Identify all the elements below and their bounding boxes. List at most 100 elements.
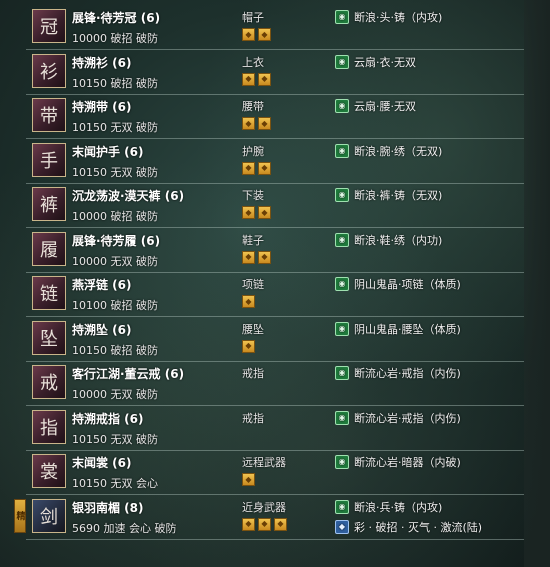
item-slot: 远程武器 [242, 456, 286, 469]
gem-sockets: ◆ ◆ [242, 250, 271, 264]
item-name: 末闻护手 (6) [72, 144, 144, 159]
gem-icon[interactable]: ◆ [242, 206, 255, 219]
equipment-row[interactable]: 衫持溯衫 (6) 10150 破招 破防 上衣 ◆ ◆ ◉ 云扇·衣·无双 [26, 50, 524, 95]
gem-sockets: ◆ ◆ [242, 117, 271, 130]
jade-icon: ◉ [335, 455, 349, 469]
gem-sockets: ◆ ◆ [242, 28, 271, 41]
jade-icon: ◉ [335, 188, 349, 202]
gem-icon[interactable]: ◆ [258, 206, 271, 219]
jade-icon: ◉ [335, 499, 349, 514]
enchant[interactable]: ◉ 阴山鬼晶·腰坠（体质) [335, 321, 461, 337]
item-name: 持溯戒指 (6) [72, 411, 144, 426]
gem-icon[interactable]: ◆ [242, 28, 255, 41]
enchant[interactable]: ◉ 断流心岩·戒指（内伤) [335, 365, 461, 381]
item-name: 客行江湖·董云戒 (6) [72, 367, 185, 381]
equipment-row[interactable]: 指持溯戒指 (6) 10150 无双 破防 戒指 ◉ 断流心岩·戒指（内伤) [26, 406, 524, 451]
gem-icon[interactable]: ◆ [242, 473, 255, 486]
jade-icon: ◉ [335, 277, 349, 291]
equipment-list: 冠展锋·待芳冠 (6) 10000 破招 破防 帽子 ◆ ◆ ◉ 断浪·头·铸（内攻) 衫持溯… [14, 0, 524, 567]
equipment-row[interactable]: 精剑银羽南楣 (8) 5690 加速 会心 破防 近身武器 ◆ ◆ ◆ ◉ 断浪·兵·铸（内攻… [14, 495, 524, 540]
equipment-row[interactable]: 履展锋·待芳履 (6) 10000 无双 破防 鞋子 ◆ ◆ ◉ 断浪·鞋·绣（内功) [26, 228, 524, 273]
gem-icon[interactable]: ◆ [242, 161, 255, 175]
item-slot: 上衣 [242, 55, 264, 69]
equipment-row[interactable]: 带持溯带 (6) 10150 无双 破防 腰带 ◆ ◆ ◉ 云扇·腰·无双 [26, 94, 524, 139]
item-name: 展锋·待芳履 (6) [72, 233, 161, 248]
gem-icon[interactable]: ◆ [242, 339, 255, 353]
item-name: 末闻裳 (6) [72, 456, 132, 470]
gem-icon[interactable]: ◆ [274, 517, 287, 531]
gem-icon[interactable]: ◆ [258, 517, 271, 531]
enchant-text: 断浪·腕·绣（无双) [354, 144, 443, 158]
item-icon[interactable]: 手 [32, 142, 66, 177]
item-slot: 鞋子 [242, 233, 264, 247]
gem-icon[interactable]: ◆ [258, 250, 271, 264]
enchant[interactable]: ◉ 断浪·兵·铸（内攻) [335, 499, 442, 515]
enchant-text: 断流心岩·暗器（内破) [354, 456, 461, 469]
equipment-row[interactable]: 裳末闻裳 (6) 10150 无双 会心 远程武器 ◆ ◉ 断流心岩·暗器（内破) [26, 450, 524, 495]
enchant-text: 断流心岩·戒指（内伤) [354, 411, 461, 425]
item-stats: 10000 无双 破防 [72, 388, 158, 401]
gem-icon[interactable]: ◆ [242, 117, 255, 130]
item-icon[interactable]: 带 [32, 98, 66, 132]
item-icon[interactable]: 坠 [32, 320, 66, 355]
item-slot: 腰坠 [242, 322, 264, 336]
item-icon[interactable]: 剑 [32, 498, 66, 533]
item-name: 展锋·待芳冠 (6) [72, 11, 161, 25]
colored-gem-icon: ◆ [335, 519, 349, 534]
jade-icon: ◉ [335, 10, 349, 24]
enchant[interactable]: ◉ 云扇·腰·无双 [335, 98, 416, 114]
gem-icon[interactable]: ◆ [242, 72, 255, 86]
item-icon[interactable]: 链 [32, 276, 66, 310]
gem-sockets: ◆ ◆ [242, 206, 271, 219]
enchant[interactable]: ◉ 断流心岩·戒指（内伤) [335, 410, 461, 426]
gem-sockets: ◆ ◆ [242, 161, 271, 175]
panel-edge [524, 0, 550, 567]
item-stats: 10000 破招 破防 [72, 210, 158, 223]
item-icon[interactable]: 裳 [32, 454, 66, 488]
gem-icon[interactable]: ◆ [258, 72, 271, 86]
equipment-row[interactable]: 链燕浮链 (6) 10100 破招 破防 项链 ◆ ◉ 阴山鬼晶·项链（体质) [26, 272, 524, 317]
enchant-text: 断浪·鞋·绣（内功) [354, 233, 443, 247]
gem-icon[interactable]: ◆ [242, 295, 255, 308]
enchant-text: 断浪·裤·铸（无双) [354, 189, 443, 202]
enchant[interactable]: ◉ 断浪·头·铸（内攻) [335, 9, 442, 25]
enchant-text: 断流心岩·戒指（内伤) [354, 367, 461, 380]
gem-icon[interactable]: ◆ [242, 517, 255, 531]
gem-sockets: ◆ [242, 473, 255, 486]
enchant[interactable]: ◉ 断流心岩·暗器（内破) [335, 454, 461, 470]
item-slot: 戒指 [242, 367, 264, 380]
jade-icon: ◉ [335, 410, 349, 425]
equipment-row[interactable]: 冠展锋·待芳冠 (6) 10000 破招 破防 帽子 ◆ ◆ ◉ 断浪·头·铸（内攻) [26, 5, 524, 50]
item-stats: 10000 破招 破防 [72, 32, 158, 45]
equipment-row[interactable]: 坠持溯坠 (6) 10150 破招 破防 腰坠 ◆ ◉ 阴山鬼晶·腰坠（体质) [26, 317, 524, 362]
item-icon[interactable]: 履 [32, 231, 66, 266]
gem-icon[interactable]: ◆ [258, 117, 271, 130]
enchant[interactable]: ◉ 云扇·衣·无双 [335, 54, 416, 70]
enchant[interactable]: ◉ 断浪·裤·铸（无双) [335, 187, 442, 203]
equipment-row[interactable]: 戒客行江湖·董云戒 (6) 10000 无双 破防 戒指 ◉ 断流心岩·戒指（内伤) [26, 361, 524, 406]
enchant[interactable]: ◉ 断浪·腕·绣（无双) [335, 143, 442, 159]
item-icon[interactable]: 指 [32, 409, 66, 444]
item-stats: 10150 无双 会心 [72, 477, 158, 490]
equipment-row[interactable]: 手末闻护手 (6) 10150 无双 破防 护腕 ◆ ◆ ◉ 断浪·腕·绣（无双) [26, 139, 524, 184]
item-icon[interactable]: 衫 [32, 53, 66, 88]
enchant[interactable]: ◉ 断浪·鞋·绣（内功) [335, 232, 442, 248]
gem-sockets: ◆ ◆ [242, 72, 271, 86]
item-icon[interactable]: 戒 [32, 365, 66, 399]
enchant[interactable]: ◉ 阴山鬼晶·项链（体质) [335, 276, 461, 292]
jade-icon: ◉ [335, 99, 349, 113]
gem-icon[interactable]: ◆ [258, 161, 271, 175]
colored-enchant[interactable]: ◆ 彩 · 破招 · 灭气 · 激流(陆) [335, 519, 482, 535]
item-slot: 项链 [242, 278, 264, 291]
item-slot: 戒指 [242, 411, 264, 425]
gem-icon[interactable]: ◆ [242, 250, 255, 264]
gem-icon[interactable]: ◆ [258, 28, 271, 41]
refine-badge: 精 [14, 498, 26, 533]
gem-sockets: ◆ [242, 339, 255, 353]
enchant-text: 阴山鬼晶·项链（体质) [354, 278, 461, 291]
item-icon[interactable]: 裤 [32, 187, 66, 221]
item-stats: 5690 加速 会心 破防 [72, 521, 177, 535]
equipment-row[interactable]: 裤沉龙荡波·漠天裤 (6) 10000 破招 破防 下装 ◆ ◆ ◉ 断浪·裤·铸（无双) [26, 183, 524, 228]
item-icon[interactable]: 冠 [32, 9, 66, 43]
item-slot: 护腕 [242, 144, 264, 158]
